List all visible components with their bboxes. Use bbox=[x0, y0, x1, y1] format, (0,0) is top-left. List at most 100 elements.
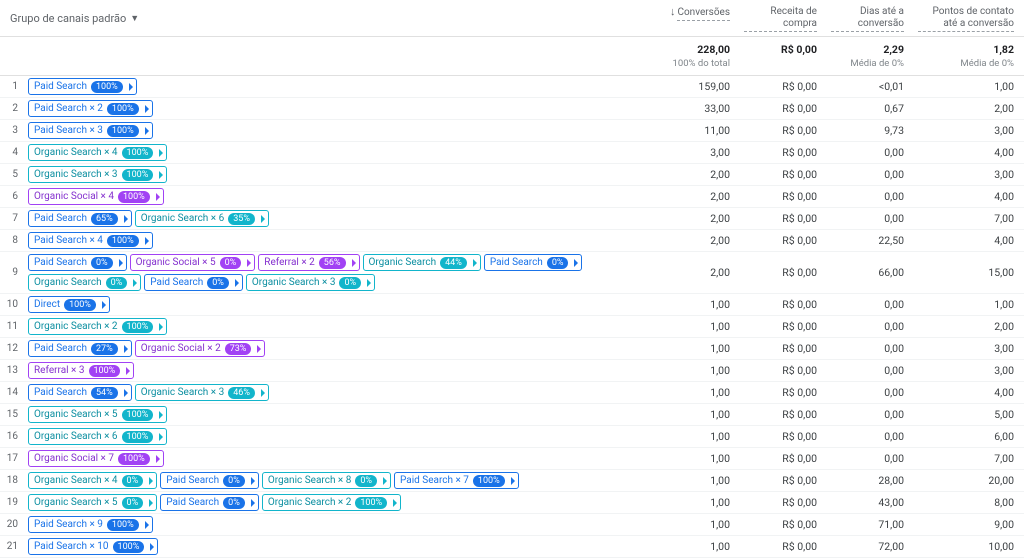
table-row[interactable]: 4Organic Search × 4100%3,00R$ 0,000,004,… bbox=[0, 142, 1024, 164]
channel-chip[interactable]: Organic Search × 3100% bbox=[28, 166, 167, 183]
table-row[interactable]: 7Paid Search65%Organic Search × 635%2,00… bbox=[0, 208, 1024, 230]
channel-chip[interactable]: Paid Search × 4100% bbox=[28, 232, 153, 249]
channel-chip[interactable]: Organic Search × 80% bbox=[262, 472, 391, 489]
chip-percent: 100% bbox=[107, 235, 139, 247]
chip-label: Organic Search × 3 bbox=[252, 276, 336, 289]
table-row[interactable]: 12Paid Search27%Organic Social × 273%1,0… bbox=[0, 338, 1024, 360]
table-row[interactable]: 13Referral × 3100%1,00R$ 0,000,003,00 bbox=[0, 360, 1024, 382]
chip-arrow-icon bbox=[129, 83, 133, 91]
chip-arrow-icon bbox=[159, 149, 163, 157]
path-chips: Paid Search65%Organic Search × 635% bbox=[24, 208, 653, 229]
channel-chip[interactable]: Paid Search65% bbox=[28, 210, 132, 227]
table-row[interactable]: 16Organic Search × 6100%1,00R$ 0,000,006… bbox=[0, 426, 1024, 448]
channel-chip[interactable]: Organic Social × 7100% bbox=[28, 450, 164, 467]
cell-value: R$ 0,00 bbox=[740, 518, 827, 531]
table-row[interactable]: 10Direct100%1,00R$ 0,000,001,00 bbox=[0, 294, 1024, 316]
chip-arrow-icon bbox=[393, 499, 397, 507]
row-index: 15 bbox=[0, 409, 24, 420]
chip-label: Organic Search bbox=[369, 256, 437, 269]
table-row[interactable]: 2Paid Search × 2100%33,00R$ 0,000,672,00 bbox=[0, 98, 1024, 120]
table-row[interactable]: 9Paid Search0%Organic Social × 50%Referr… bbox=[0, 252, 1024, 294]
cell-value: R$ 0,00 bbox=[740, 190, 827, 203]
cell-value: 1,00 bbox=[653, 540, 740, 553]
channel-chip[interactable]: Organic Search × 4 0% bbox=[28, 472, 157, 489]
chip-percent: 0% bbox=[339, 277, 361, 289]
table-row[interactable]: 15Organic Search × 5100%1,00R$ 0,000,005… bbox=[0, 404, 1024, 426]
channel-chip[interactable]: Paid Search × 9100% bbox=[28, 516, 153, 533]
chip-percent: 100% bbox=[355, 497, 387, 509]
cell-value: 3,00 bbox=[914, 342, 1024, 355]
dimension-label: Grupo de canais padrão bbox=[10, 12, 126, 25]
channel-chip[interactable]: Paid Search × 2100% bbox=[28, 100, 153, 117]
table-row[interactable]: 17Organic Social × 7100%1,00R$ 0,000,007… bbox=[0, 448, 1024, 470]
cell-value: 11,00 bbox=[653, 124, 740, 137]
channel-chip[interactable]: Paid Search27% bbox=[28, 340, 132, 357]
chip-percent: 54% bbox=[91, 387, 118, 399]
channel-chip[interactable]: Paid Search0% bbox=[28, 254, 127, 271]
channel-chip[interactable]: Organic Search × 50% bbox=[28, 494, 157, 511]
col-header-conversoes[interactable]: ↓Conversões bbox=[653, 0, 740, 36]
channel-chip[interactable]: Organic Search0% bbox=[28, 274, 141, 291]
channel-chip[interactable]: Paid Search0% bbox=[144, 274, 243, 291]
table-row[interactable]: 6Organic Social × 4100%2,00R$ 0,000,004,… bbox=[0, 186, 1024, 208]
channel-chip[interactable]: Organic Search × 2100% bbox=[262, 494, 401, 511]
chip-percent: 0% bbox=[122, 497, 144, 509]
chevron-down-icon: ▼ bbox=[130, 13, 139, 24]
chip-percent: 0% bbox=[122, 475, 144, 487]
channel-chip[interactable]: Organic Social × 50% bbox=[130, 254, 256, 271]
row-index: 13 bbox=[0, 365, 24, 376]
chip-arrow-icon bbox=[149, 499, 153, 507]
table-row[interactable]: 14Paid Search54%Organic Search × 346%1,0… bbox=[0, 382, 1024, 404]
channel-chip[interactable]: Paid Search100% bbox=[28, 78, 137, 95]
table-row[interactable]: 8Paid Search × 4100%2,00R$ 0,0022,504,00 bbox=[0, 230, 1024, 252]
table-row[interactable]: 11Organic Search × 2100%1,00R$ 0,000,002… bbox=[0, 316, 1024, 338]
channel-chip[interactable]: Organic Search × 5100% bbox=[28, 406, 167, 423]
cell-value: 0,00 bbox=[827, 386, 914, 399]
table-row[interactable]: 19Organic Search × 50%Paid Search0%Organ… bbox=[0, 492, 1024, 514]
chip-label: Organic Search × 4 bbox=[34, 474, 118, 487]
cell-value: R$ 0,00 bbox=[740, 408, 827, 421]
col-header-receita[interactable]: Receita de compra bbox=[740, 0, 827, 36]
channel-chip[interactable]: Direct100% bbox=[28, 296, 110, 313]
table-header: Grupo de canais padrão ▼ ↓Conversões Rec… bbox=[0, 0, 1024, 37]
channel-chip[interactable]: Organic Search × 4100% bbox=[28, 144, 167, 161]
channel-chip[interactable]: Organic Search × 2100% bbox=[28, 318, 167, 335]
channel-chip[interactable]: Referral × 3100% bbox=[28, 362, 134, 379]
cell-value: R$ 0,00 bbox=[740, 266, 827, 279]
cell-value: 0,00 bbox=[827, 298, 914, 311]
table-row[interactable]: 20Paid Search × 9100%1,00R$ 0,0071,009,0… bbox=[0, 514, 1024, 536]
channel-chip[interactable]: Paid Search0% bbox=[160, 472, 259, 489]
cell-value: R$ 0,00 bbox=[740, 430, 827, 443]
channel-chip[interactable]: Paid Search0% bbox=[160, 494, 259, 511]
chip-percent: 0% bbox=[207, 277, 229, 289]
channel-chip[interactable]: Referral × 256% bbox=[258, 254, 359, 271]
table-row[interactable]: 5Organic Search × 3100%2,00R$ 0,000,003,… bbox=[0, 164, 1024, 186]
table-row[interactable]: 21Paid Search × 10100%1,00R$ 0,0072,0010… bbox=[0, 536, 1024, 558]
chip-percent: 46% bbox=[228, 387, 255, 399]
sort-desc-icon: ↓ bbox=[670, 5, 676, 18]
channel-chip[interactable]: Paid Search54% bbox=[28, 384, 132, 401]
channel-chip[interactable]: Paid Search0% bbox=[484, 254, 583, 271]
channel-chip[interactable]: Organic Search × 346% bbox=[135, 384, 269, 401]
channel-chip[interactable]: Organic Search × 6100% bbox=[28, 428, 167, 445]
row-index: 4 bbox=[0, 147, 24, 158]
chip-arrow-icon bbox=[145, 521, 149, 529]
cell-value: R$ 0,00 bbox=[740, 496, 827, 509]
channel-chip[interactable]: Paid Search × 3100% bbox=[28, 122, 153, 139]
channel-chip[interactable]: Paid Search × 10100% bbox=[28, 538, 158, 555]
channel-chip[interactable]: Organic Social × 273% bbox=[135, 340, 266, 357]
channel-chip[interactable]: Paid Search × 7100% bbox=[394, 472, 519, 489]
channel-chip[interactable]: Organic Search44% bbox=[363, 254, 481, 271]
channel-chip[interactable]: Organic Search × 30% bbox=[246, 274, 375, 291]
col-header-dias[interactable]: Dias até a conversão bbox=[827, 0, 914, 36]
cell-value: 1,00 bbox=[653, 408, 740, 421]
channel-chip[interactable]: Organic Social × 4100% bbox=[28, 188, 164, 205]
channel-chip[interactable]: Organic Search × 635% bbox=[135, 210, 269, 227]
table-row[interactable]: 18Organic Search × 40%Paid Search0%Organ… bbox=[0, 470, 1024, 492]
path-chips: Organic Search × 6100% bbox=[24, 426, 653, 447]
col-header-pontos[interactable]: Pontos de contato até a conversão bbox=[914, 0, 1024, 36]
dimension-selector[interactable]: Grupo de canais padrão ▼ bbox=[0, 0, 653, 36]
table-row[interactable]: 3Paid Search × 3100%11,00R$ 0,009,733,00 bbox=[0, 120, 1024, 142]
chip-percent: 100% bbox=[64, 299, 96, 311]
table-row[interactable]: 1Paid Search100%159,00R$ 0,00<0,011,00 bbox=[0, 76, 1024, 98]
